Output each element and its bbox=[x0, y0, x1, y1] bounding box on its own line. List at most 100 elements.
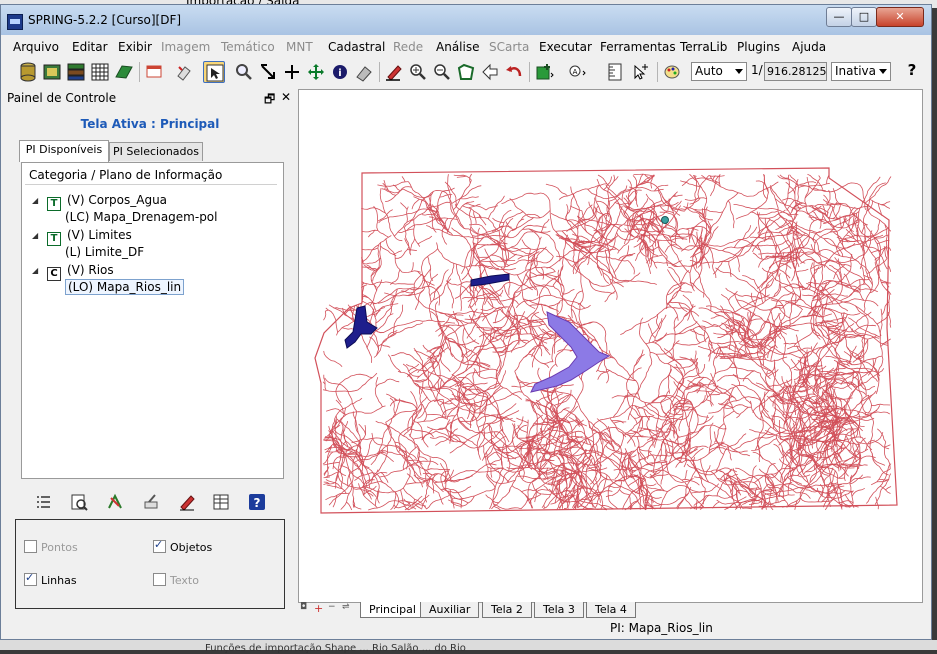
option-pontos[interactable]: Pontos bbox=[24, 540, 78, 554]
magnifier-icon[interactable] bbox=[233, 61, 255, 83]
undo-icon[interactable] bbox=[503, 61, 525, 83]
select-area-icon[interactable] bbox=[257, 61, 279, 83]
pencil-icon[interactable] bbox=[177, 492, 197, 512]
collapse-triangle-icon[interactable]: ◢ bbox=[32, 231, 38, 240]
menu-rede[interactable]: Rede bbox=[393, 38, 423, 56]
cursor-pointer-icon[interactable] bbox=[203, 61, 225, 83]
tree-leaf-limite-df[interactable]: (L) Limite_DF bbox=[65, 244, 144, 260]
river-line bbox=[484, 248, 554, 268]
menu-terralib[interactable]: TerraLib bbox=[680, 38, 727, 56]
crosshair-icon[interactable] bbox=[281, 61, 303, 83]
river-line bbox=[832, 188, 860, 209]
river-line bbox=[477, 244, 490, 250]
zoom-in-icon[interactable] bbox=[407, 61, 429, 83]
menu-ferramentas[interactable]: Ferramentas bbox=[600, 38, 676, 56]
float-panel-icon[interactable]: 🗗 bbox=[264, 90, 275, 111]
menu-scarta[interactable]: SCarta bbox=[489, 38, 529, 56]
menu-editar[interactable]: Editar bbox=[72, 38, 108, 56]
scale-input[interactable]: 916.281250 bbox=[764, 62, 827, 81]
pan-icon[interactable] bbox=[305, 61, 327, 83]
river-line bbox=[469, 304, 476, 317]
option-objetos[interactable]: Objetos bbox=[153, 538, 212, 554]
close-panel-icon[interactable]: ✕ bbox=[281, 90, 291, 104]
zoom-mode-select[interactable]: Auto bbox=[691, 62, 747, 81]
river-line bbox=[552, 265, 564, 286]
menu-analise[interactable]: Análise bbox=[436, 38, 479, 56]
tab-pi-disponiveis[interactable]: PI Disponíveis bbox=[19, 140, 109, 162]
table-icon[interactable] bbox=[211, 492, 231, 512]
river-line bbox=[482, 307, 504, 322]
river-line bbox=[358, 423, 366, 435]
river-line bbox=[421, 403, 427, 422]
edit-tool-icon[interactable] bbox=[353, 61, 375, 83]
tree-leaf-mapa-rios[interactable]: (LO) Mapa_Rios_lin bbox=[65, 279, 185, 295]
minimize-button[interactable]: — bbox=[826, 7, 852, 27]
tab-tela-3[interactable]: Tela 3 bbox=[534, 602, 584, 618]
pointer-plus-icon[interactable] bbox=[629, 61, 651, 83]
menu-arquivo[interactable]: Arquivo bbox=[13, 38, 59, 56]
menu-exibir[interactable]: Exibir bbox=[118, 38, 152, 56]
menu-cadastral[interactable]: Cadastral bbox=[328, 38, 385, 56]
layer-add-icon[interactable] bbox=[533, 61, 555, 83]
edit-objects-icon[interactable] bbox=[105, 492, 125, 512]
previous-view-icon[interactable] bbox=[479, 61, 501, 83]
selected-leaf-label: (LO) Mapa_Rios_lin bbox=[65, 279, 185, 295]
view-scale-icon[interactable]: A bbox=[566, 61, 588, 83]
map-canvas[interactable] bbox=[298, 89, 923, 603]
image-layers-icon[interactable] bbox=[41, 61, 63, 83]
menu-imagem[interactable]: Imagem bbox=[161, 38, 210, 56]
river-line bbox=[401, 176, 406, 183]
tab-principal[interactable]: Principal bbox=[360, 602, 425, 618]
add-tab-icon[interactable]: + bbox=[314, 602, 323, 615]
tab-auxiliar[interactable]: Auxiliar bbox=[420, 602, 480, 618]
river-line bbox=[456, 175, 467, 178]
zoom-window-icon[interactable] bbox=[455, 61, 477, 83]
tab-menu-icon[interactable]: ⇌ bbox=[342, 602, 350, 612]
river-line bbox=[322, 372, 378, 393]
window-icon[interactable] bbox=[143, 61, 165, 83]
river-line bbox=[481, 391, 523, 413]
zoom-out-icon[interactable] bbox=[431, 61, 453, 83]
close-button[interactable]: ✕ bbox=[876, 7, 924, 27]
polygon-icon[interactable] bbox=[113, 61, 135, 83]
palette-icon[interactable] bbox=[661, 61, 683, 83]
list-icon[interactable] bbox=[33, 492, 53, 512]
map-drawing bbox=[314, 167, 898, 514]
ruler-icon[interactable] bbox=[605, 61, 627, 83]
draw-icon[interactable] bbox=[141, 492, 161, 512]
info-icon[interactable]: i bbox=[329, 61, 351, 83]
help-icon[interactable]: ? bbox=[247, 492, 267, 512]
status-bar: PI: Mapa_Rios_lin bbox=[298, 619, 923, 637]
river-line bbox=[817, 475, 825, 502]
grid-icon[interactable] bbox=[89, 61, 111, 83]
collapse-triangle-icon[interactable]: ◢ bbox=[32, 266, 38, 275]
river-line bbox=[666, 256, 668, 266]
river-line bbox=[796, 492, 811, 499]
tab-tela-4[interactable]: Tela 4 bbox=[586, 602, 636, 618]
menu-plugins[interactable]: Plugins bbox=[737, 38, 780, 56]
menu-tematico[interactable]: Temático bbox=[221, 38, 275, 56]
menu-executar[interactable]: Executar bbox=[539, 38, 592, 56]
pencil-icon[interactable] bbox=[383, 61, 405, 83]
option-texto[interactable]: Texto bbox=[153, 573, 199, 587]
stack-layers-icon[interactable] bbox=[65, 61, 87, 83]
database-icon[interactable] bbox=[17, 61, 39, 83]
river-line bbox=[620, 306, 700, 335]
title-bar[interactable]: SPRING-5.2.2 [Curso][DF] — □ ✕ bbox=[1, 5, 931, 35]
option-linhas[interactable]: Linhas bbox=[24, 571, 77, 587]
maximize-button[interactable]: □ bbox=[851, 7, 877, 27]
tree-leaf-mapa-drenagem[interactable]: (LC) Mapa_Drenagem-pol bbox=[65, 209, 217, 225]
tab-tela-2[interactable]: Tela 2 bbox=[482, 602, 532, 618]
remove-tab-icon[interactable]: − bbox=[328, 602, 336, 612]
river-line bbox=[551, 336, 563, 362]
river-line bbox=[335, 373, 373, 404]
visual-icon[interactable] bbox=[69, 492, 89, 512]
eraser-icon[interactable] bbox=[173, 61, 195, 83]
screen-state-select[interactable]: Inativa bbox=[831, 62, 891, 81]
menu-mnt[interactable]: MNT bbox=[286, 38, 313, 56]
menu-ajuda[interactable]: Ajuda bbox=[792, 38, 826, 56]
tab-pi-selecionados[interactable]: PI Selecionados bbox=[109, 142, 203, 161]
collapse-triangle-icon[interactable]: ◢ bbox=[32, 196, 38, 205]
tab-nav-first-icon[interactable]: ◘ bbox=[300, 602, 307, 612]
help-button[interactable]: ? bbox=[901, 61, 923, 83]
